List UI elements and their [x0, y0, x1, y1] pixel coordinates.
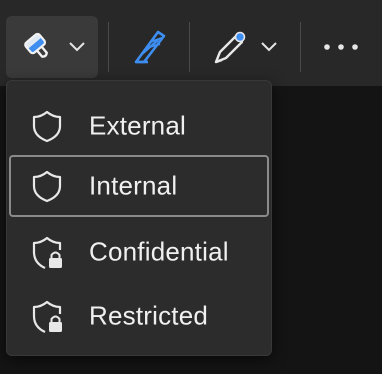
more-options-button[interactable]	[308, 16, 374, 78]
shield-lock-icon	[29, 298, 65, 334]
toolbar-separator	[108, 22, 109, 72]
highlighter-pen-icon	[128, 26, 170, 68]
menu-item-label: Restricted	[89, 300, 209, 331]
menu-item-internal[interactable]: Internal	[9, 155, 269, 217]
menu-item-confidential[interactable]: Confidential	[9, 221, 269, 283]
pen-nib-icon	[210, 28, 250, 68]
shield-icon	[29, 108, 65, 144]
app-root: External Internal Confidential Restricte…	[0, 0, 382, 374]
menu-item-restricted[interactable]: Restricted	[9, 285, 269, 347]
chevron-down-icon	[68, 40, 86, 52]
sensitivity-menu: External Internal Confidential Restricte…	[6, 80, 272, 356]
toolbar-separator	[300, 22, 301, 72]
shield-icon	[29, 168, 65, 204]
chevron-down-icon	[260, 40, 278, 52]
pen-button[interactable]	[198, 16, 290, 78]
toolbar	[0, 0, 382, 86]
highlighter-button[interactable]	[116, 16, 182, 78]
paint-brush-icon	[20, 30, 56, 64]
menu-item-label: Internal	[89, 170, 178, 201]
format-painter-button[interactable]	[6, 16, 98, 78]
shield-lock-icon	[29, 234, 65, 270]
menu-item-external[interactable]: External	[9, 95, 269, 157]
more-ellipsis-icon	[323, 43, 359, 51]
menu-item-label: External	[89, 110, 186, 141]
toolbar-separator	[189, 22, 190, 72]
menu-item-label: Confidential	[89, 236, 229, 267]
